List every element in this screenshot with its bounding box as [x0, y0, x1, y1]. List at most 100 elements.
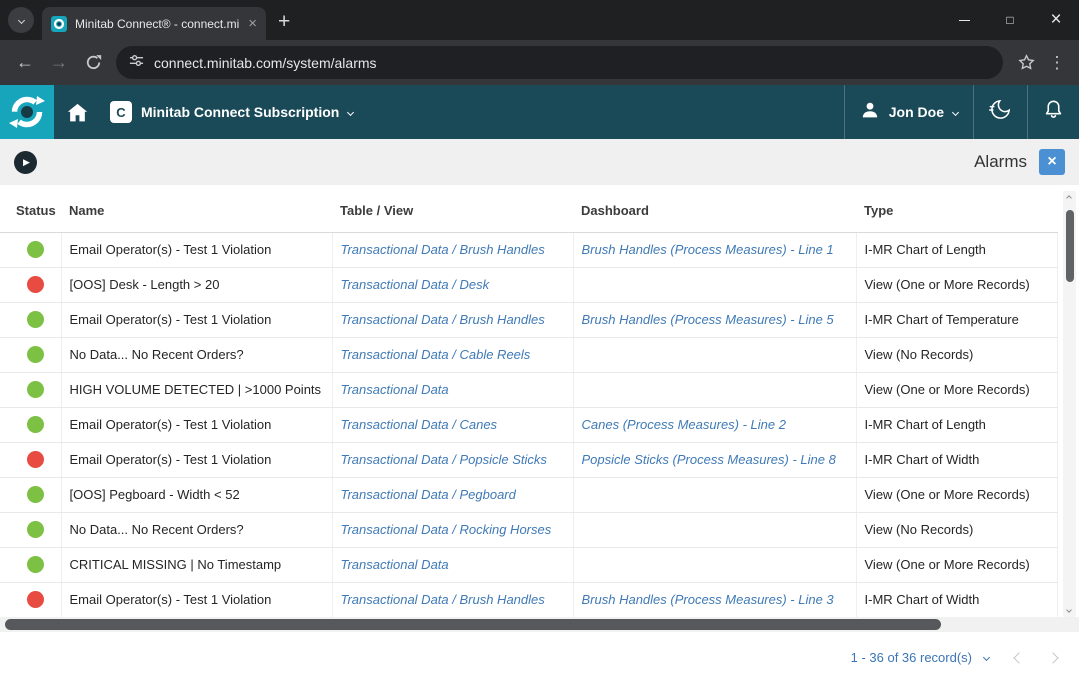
chevron-down-icon [17, 16, 24, 23]
horizontal-scrollbar-thumb[interactable] [5, 619, 941, 630]
name-cell: No Data... No Recent Orders? [61, 512, 332, 547]
name-cell: Email Operator(s) - Test 1 Violation [61, 582, 332, 617]
column-header-name[interactable]: Name [61, 185, 332, 232]
minitab-connect-logo-icon[interactable] [0, 85, 54, 139]
minimize-button[interactable] [941, 0, 987, 40]
records-dropdown[interactable]: 1 - 36 of 36 record(s) [851, 650, 989, 665]
column-header-table-view[interactable]: Table / View [332, 185, 573, 232]
dashboard-cell [573, 547, 856, 582]
user-menu[interactable]: Jon Doe [844, 85, 973, 139]
home-button[interactable] [54, 85, 100, 139]
table-row[interactable]: Email Operator(s) - Test 1 Violation Tra… [0, 582, 1057, 617]
table-view-cell: Transactional Data / Rocking Horses [332, 512, 573, 547]
expand-menu-button[interactable]: ▶ [14, 151, 37, 174]
browser-tab[interactable]: Minitab Connect® - connect.mi... × [42, 7, 266, 40]
alarm-name: [OOS] Desk - Length > 20 [70, 277, 220, 292]
status-cell [0, 302, 61, 337]
alarm-table-view-link[interactable]: Transactional Data / Popsicle Sticks [341, 452, 547, 467]
status-cell [0, 582, 61, 617]
name-cell: CRITICAL MISSING | No Timestamp [61, 547, 332, 582]
url-text: connect.minitab.com/system/alarms [154, 55, 377, 71]
column-header-status[interactable]: Status [0, 185, 61, 232]
subscription-label: Minitab Connect Subscription [141, 104, 339, 120]
table-row[interactable]: [OOS] Desk - Length > 20 Transactional D… [0, 267, 1057, 302]
table-row[interactable]: [OOS] Pegboard - Width < 52 Transactiona… [0, 477, 1057, 512]
status-cell [0, 512, 61, 547]
next-page-button[interactable] [1047, 652, 1058, 663]
table-row[interactable]: Email Operator(s) - Test 1 Violation Tra… [0, 232, 1057, 267]
alarm-table-view-link[interactable]: Transactional Data / Rocking Horses [341, 522, 552, 537]
close-icon: × [1047, 153, 1056, 171]
records-label: 1 - 36 of 36 record(s) [851, 650, 972, 665]
vertical-scrollbar-thumb[interactable] [1066, 210, 1074, 282]
forward-button[interactable]: → [42, 46, 76, 80]
window-close-button[interactable]: × [1033, 0, 1079, 40]
table-row[interactable]: No Data... No Recent Orders? Transaction… [0, 512, 1057, 547]
alarms-content: Status Name Table / View Dashboard Type … [0, 185, 1079, 683]
alarm-table-view-link[interactable]: Transactional Data / Brush Handles [341, 592, 545, 607]
horizontal-scrollbar[interactable] [0, 617, 1079, 632]
table-row[interactable]: Email Operator(s) - Test 1 Violation Tra… [0, 302, 1057, 337]
browser-window: Minitab Connect® - connect.mi... × + □ ×… [0, 0, 1079, 683]
table-row[interactable]: Email Operator(s) - Test 1 Violation Tra… [0, 442, 1057, 477]
table-row[interactable]: No Data... No Recent Orders? Transaction… [0, 337, 1057, 372]
bookmark-star-icon[interactable] [1009, 46, 1043, 80]
alarm-table-view-link[interactable]: Transactional Data [341, 382, 449, 397]
alarm-type: View (No Records) [865, 347, 974, 362]
maximize-button[interactable]: □ [987, 0, 1033, 40]
scroll-up-icon[interactable] [1066, 195, 1072, 201]
alarm-table-view-link[interactable]: Transactional Data / Desk [341, 277, 490, 292]
alarms-table: Status Name Table / View Dashboard Type … [0, 185, 1058, 618]
chevron-down-icon [983, 654, 990, 661]
scroll-down-icon[interactable] [1066, 607, 1072, 613]
reload-button[interactable] [76, 46, 110, 80]
alarm-type: I-MR Chart of Length [865, 242, 986, 257]
alarm-table-view-link[interactable]: Transactional Data / Canes [341, 417, 498, 432]
scheduler-button[interactable] [973, 85, 1027, 139]
address-bar[interactable]: connect.minitab.com/system/alarms [116, 46, 1003, 79]
table-view-cell: Transactional Data / Cable Reels [332, 337, 573, 372]
table-row[interactable]: CRITICAL MISSING | No Timestamp Transact… [0, 547, 1057, 582]
header-actions: Jon Doe [844, 85, 1079, 139]
status-cell [0, 547, 61, 582]
panel-close-button[interactable]: × [1039, 149, 1065, 175]
user-name: Jon Doe [889, 104, 944, 120]
browser-menu-button[interactable]: ⋮ [1043, 46, 1071, 80]
table-row[interactable]: HIGH VOLUME DETECTED | >1000 Points Tran… [0, 372, 1057, 407]
tab-search-button[interactable] [8, 7, 34, 33]
status-dot [27, 276, 44, 293]
name-cell: No Data... No Recent Orders? [61, 337, 332, 372]
tab-close-icon[interactable]: × [248, 16, 257, 31]
column-header-type[interactable]: Type [856, 185, 1057, 232]
type-cell: I-MR Chart of Width [856, 442, 1057, 477]
table-row[interactable]: Email Operator(s) - Test 1 Violation Tra… [0, 407, 1057, 442]
status-dot [27, 311, 44, 328]
alarm-type: View (No Records) [865, 522, 974, 537]
alarm-dashboard-link[interactable]: Brush Handles (Process Measures) - Line … [582, 592, 834, 607]
minitab-favicon-icon [51, 16, 67, 32]
alarm-table-view-link[interactable]: Transactional Data / Pegboard [341, 487, 516, 502]
alarm-dashboard-link[interactable]: Brush Handles (Process Measures) - Line … [582, 312, 834, 327]
alarm-table-view-link[interactable]: Transactional Data / Brush Handles [341, 312, 545, 327]
alarm-table-view-link[interactable]: Transactional Data [341, 557, 449, 572]
new-tab-button[interactable]: + [278, 11, 290, 32]
back-button[interactable]: ← [8, 46, 42, 80]
status-dot [27, 381, 44, 398]
alarm-dashboard-link[interactable]: Popsicle Sticks (Process Measures) - Lin… [582, 452, 836, 467]
alarm-table-view-link[interactable]: Transactional Data / Cable Reels [341, 347, 531, 362]
status-cell [0, 232, 61, 267]
prev-page-button[interactable] [1013, 652, 1024, 663]
browser-titlebar: Minitab Connect® - connect.mi... × + □ × [0, 0, 1079, 40]
column-header-dashboard[interactable]: Dashboard [573, 185, 856, 232]
alarm-dashboard-link[interactable]: Brush Handles (Process Measures) - Line … [582, 242, 834, 257]
status-dot [27, 556, 44, 573]
status-cell [0, 372, 61, 407]
alarm-table-view-link[interactable]: Transactional Data / Brush Handles [341, 242, 545, 257]
dashboard-cell [573, 477, 856, 512]
alarm-dashboard-link[interactable]: Canes (Process Measures) - Line 2 [582, 417, 786, 432]
minimize-icon [959, 20, 970, 21]
notifications-button[interactable] [1027, 85, 1079, 139]
vertical-scrollbar[interactable] [1063, 191, 1076, 617]
subscription-selector[interactable]: C Minitab Connect Subscription [100, 85, 363, 139]
site-info-icon[interactable] [129, 53, 144, 73]
